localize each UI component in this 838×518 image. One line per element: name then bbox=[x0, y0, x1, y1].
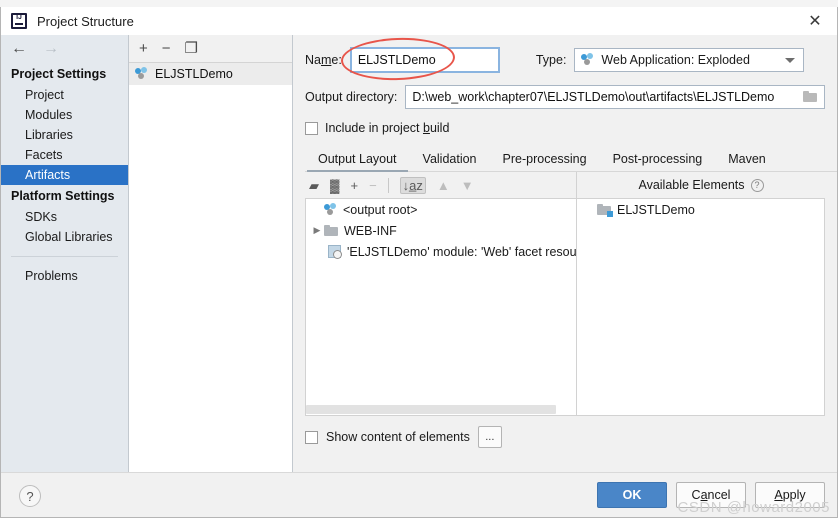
folder-browse-icon[interactable] bbox=[803, 91, 818, 103]
available-elements-header: Available Elements ? bbox=[577, 172, 825, 198]
available-elements-tree[interactable]: ELJSTLDemo bbox=[577, 198, 825, 416]
artifact-list-item[interactable]: ELJSTLDemo bbox=[129, 63, 292, 85]
module-folder-icon bbox=[597, 203, 613, 217]
include-in-build-row: Include in project build bbox=[293, 109, 837, 135]
output-directory-row: Output directory: D:\web_work\chapter07\… bbox=[293, 73, 837, 109]
remove-artifact-icon[interactable]: − bbox=[162, 41, 171, 56]
dialog-titlebar: Project Structure ✕ bbox=[1, 7, 837, 35]
background-ide-strip: · · · ·· · · ·· · · ·· · · ·· ·· · ·· · … bbox=[0, 0, 838, 7]
project-structure-dialog: Project Structure ✕ ← → Project Settings… bbox=[0, 7, 838, 518]
copy-artifact-icon[interactable]: ❐ bbox=[185, 41, 198, 56]
show-content-checkbox[interactable] bbox=[305, 430, 318, 444]
sidebar-item-problems[interactable]: Problems bbox=[1, 266, 128, 286]
available-element-label: ELJSTLDemo bbox=[617, 202, 695, 217]
ok-button[interactable]: OK bbox=[597, 482, 667, 508]
tree-row-output-root[interactable]: <output root> bbox=[306, 199, 576, 220]
type-label: Type: bbox=[535, 53, 567, 67]
sidebar-group-platform-settings: Platform Settings bbox=[11, 189, 115, 203]
layout-toolbar: ▰ ▓ + − ↓a̲z ▲ ▼ bbox=[305, 172, 576, 198]
more-options-button[interactable]: ... bbox=[477, 426, 502, 448]
remove-element-icon[interactable]: − bbox=[369, 179, 377, 192]
settings-sidebar: ← → Project Settings Project Modules Lib… bbox=[1, 35, 129, 473]
output-directory-label: Output directory: bbox=[305, 90, 398, 104]
expand-triangle-icon[interactable]: ▶ bbox=[310, 225, 324, 236]
show-content-row: Show content of elements ... bbox=[305, 426, 825, 448]
tab-output-layout[interactable]: Output Layout bbox=[305, 152, 410, 172]
apply-button[interactable]: Apply bbox=[755, 482, 825, 508]
add-element-icon[interactable]: + bbox=[350, 179, 358, 192]
include-in-build-label: Include in project build bbox=[325, 121, 450, 135]
back-arrow-icon[interactable]: ← bbox=[11, 41, 27, 57]
add-artifact-icon[interactable]: + bbox=[139, 41, 148, 56]
sidebar-item-facets[interactable]: Facets bbox=[1, 145, 128, 165]
output-layout-tree[interactable]: <output root> ▶ WEB-INF 'ELJSTLDemo' mod… bbox=[305, 198, 576, 416]
sidebar-item-artifacts[interactable]: Artifacts bbox=[1, 165, 128, 185]
sidebar-item-project[interactable]: Project bbox=[1, 85, 128, 105]
toolbar-divider bbox=[387, 177, 389, 193]
output-layout-pane: ▰ ▓ + − ↓a̲z ▲ ▼ <output root> ▶ WEB-INF… bbox=[305, 172, 577, 416]
sidebar-divider bbox=[11, 256, 118, 257]
forward-arrow-icon[interactable]: → bbox=[43, 41, 59, 57]
type-row: Type: Web Application: Exploded bbox=[536, 48, 805, 72]
available-element-row[interactable]: ELJSTLDemo bbox=[577, 199, 824, 220]
folder-icon bbox=[324, 224, 339, 237]
cancel-button[interactable]: Ca ncel bbox=[676, 482, 746, 508]
tab-pre-processing[interactable]: Pre-processing bbox=[490, 152, 600, 171]
facet-icon bbox=[328, 244, 342, 259]
sidebar-group-project-settings: Project Settings bbox=[11, 67, 107, 81]
name-type-row: Name: ELJSTLDemo Type: Web Application: … bbox=[293, 35, 837, 73]
sidebar-item-modules[interactable]: Modules bbox=[1, 105, 128, 125]
help-icon[interactable]: ? bbox=[19, 485, 41, 507]
footer-buttons: OK Ca ncel Apply bbox=[597, 482, 825, 508]
output-directory-value: D:\web_work\chapter07\ELJSTLDemo\out\art… bbox=[412, 90, 775, 104]
add-archive-icon[interactable]: ▓ bbox=[330, 179, 339, 192]
tree-row-facet-resources[interactable]: 'ELJSTLDemo' module: 'Web' facet resourc… bbox=[306, 241, 576, 262]
sidebar-item-libraries[interactable]: Libraries bbox=[1, 125, 128, 145]
type-dropdown-value: Web Application: Exploded bbox=[601, 53, 750, 67]
artifact-icon bbox=[324, 202, 338, 217]
move-up-icon[interactable]: ▲ bbox=[437, 179, 450, 192]
name-label: Name: bbox=[305, 53, 342, 67]
sidebar-item-sdks[interactable]: SDKs bbox=[1, 207, 128, 227]
scrollbar-thumb[interactable] bbox=[306, 405, 556, 414]
tree-horizontal-scrollbar[interactable] bbox=[306, 404, 576, 415]
artifact-list-item-label: ELJSTLDemo bbox=[155, 67, 233, 81]
show-content-label: Show content of elements bbox=[326, 430, 470, 444]
help-icon[interactable]: ? bbox=[750, 178, 764, 192]
type-dropdown[interactable]: Web Application: Exploded bbox=[574, 48, 805, 72]
move-down-icon[interactable]: ▼ bbox=[461, 179, 474, 192]
available-elements-pane: Available Elements ? ELJSTLDemo bbox=[577, 172, 825, 416]
tab-maven[interactable]: Maven bbox=[715, 152, 779, 171]
output-directory-input[interactable]: D:\web_work\chapter07\ELJSTLDemo\out\art… bbox=[405, 85, 825, 109]
background-ide-glyphs: · · · ·· · · ·· · · ·· · · ·· ·· · ·· · … bbox=[0, 0, 838, 3]
tree-row-label: WEB-INF bbox=[344, 223, 397, 238]
add-directory-icon[interactable]: ▰ bbox=[309, 179, 319, 192]
close-icon[interactable]: ✕ bbox=[793, 7, 837, 35]
available-elements-title: Available Elements bbox=[638, 178, 745, 192]
name-input-value: ELJSTLDemo bbox=[357, 53, 436, 67]
artifact-icon bbox=[135, 67, 149, 81]
chevron-down-icon bbox=[785, 58, 796, 63]
sort-alphabetically-icon[interactable]: ↓a̲z bbox=[399, 176, 426, 194]
dialog-title: Project Structure bbox=[37, 13, 134, 29]
name-input[interactable]: ELJSTLDemo bbox=[349, 47, 500, 73]
dialog-body: ← → Project Settings Project Modules Lib… bbox=[1, 35, 837, 473]
intellij-idea-logo-icon bbox=[11, 13, 27, 29]
tree-row-web-inf[interactable]: ▶ WEB-INF bbox=[306, 220, 576, 241]
dialog-footer: ? OK Ca ncel Apply bbox=[1, 472, 837, 517]
screenshot-root: · · · ·· · · ·· · · ·· · · ·· ·· · ·· · … bbox=[0, 0, 838, 518]
layout-panes: ▰ ▓ + − ↓a̲z ▲ ▼ <output root> ▶ WEB-INF… bbox=[305, 172, 825, 416]
include-in-build-checkbox[interactable] bbox=[305, 121, 318, 135]
artifacts-toolbar: + − ❐ bbox=[129, 35, 292, 63]
artifacts-list-panel: + − ❐ ELJSTLDemo bbox=[129, 35, 293, 473]
artifact-details-panel: Name: ELJSTLDemo Type: Web Application: … bbox=[293, 35, 837, 473]
tab-validation[interactable]: Validation bbox=[410, 152, 490, 171]
sidebar-item-global-libraries[interactable]: Global Libraries bbox=[1, 227, 128, 247]
tree-row-label: 'ELJSTLDemo' module: 'Web' facet resourc… bbox=[347, 244, 576, 259]
tree-row-label: <output root> bbox=[343, 202, 418, 217]
artifact-icon bbox=[581, 53, 595, 67]
artifact-tabs: Output Layout Validation Pre-processing … bbox=[305, 147, 837, 172]
tab-post-processing[interactable]: Post-processing bbox=[600, 152, 716, 171]
sidebar-nav-arrows: ← → bbox=[1, 35, 128, 63]
